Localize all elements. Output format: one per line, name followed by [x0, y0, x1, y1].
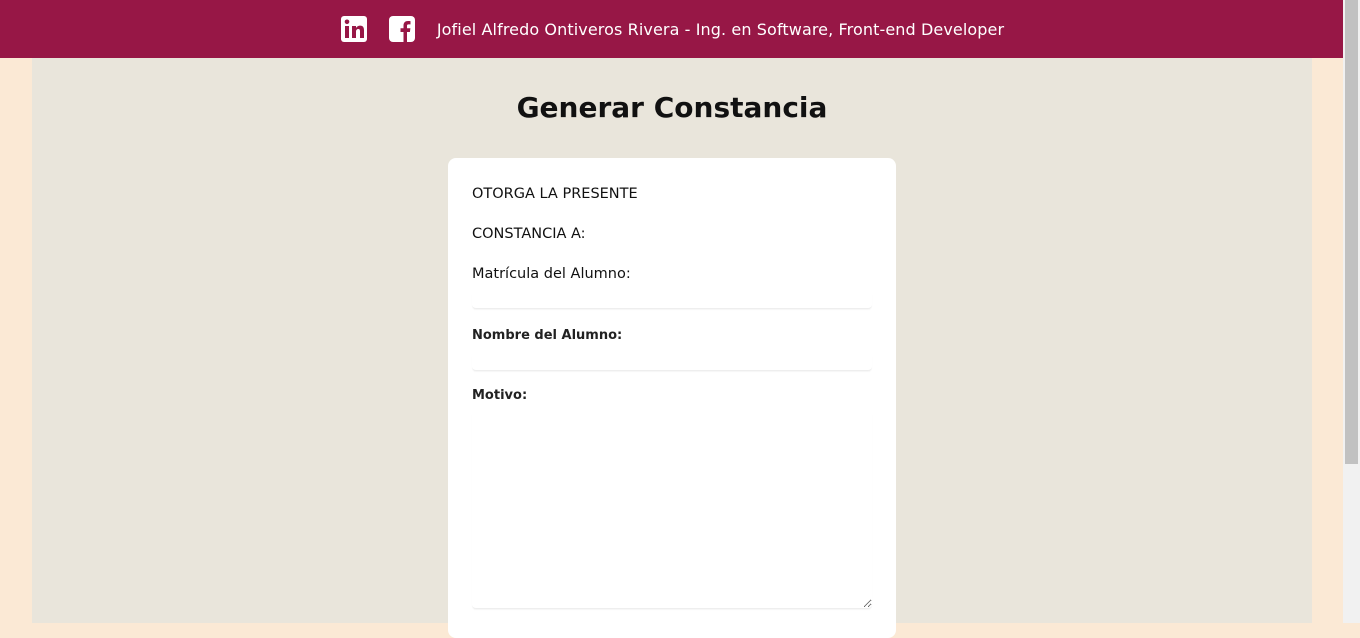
- nombre-label: Nombre del Alumno:: [472, 328, 623, 343]
- matricula-label: Matrícula del Alumno:: [472, 266, 631, 282]
- page-scrollbar[interactable]: [1343, 0, 1360, 623]
- linkedin-icon[interactable]: [339, 14, 369, 44]
- main-content: Generar Constancia OTORGA LA PRESENTE CO…: [32, 58, 1312, 638]
- constancia-text: CONSTANCIA A:: [472, 226, 586, 242]
- header-content: Jofiel Alfredo Ontiveros Rivera - Ing. e…: [339, 14, 1004, 44]
- scrollbar-thumb[interactable]: [1345, 0, 1358, 464]
- constancia-form-card: OTORGA LA PRESENTE CONSTANCIA A: Matrícu…: [448, 158, 896, 638]
- matricula-input[interactable]: [472, 292, 872, 309]
- author-credit: Jofiel Alfredo Ontiveros Rivera - Ing. e…: [436, 19, 1005, 39]
- facebook-icon[interactable]: [387, 14, 417, 44]
- motivo-textarea[interactable]: [472, 412, 872, 609]
- nombre-input[interactable]: [472, 354, 872, 371]
- otorga-text: OTORGA LA PRESENTE: [472, 186, 638, 202]
- motivo-label: Motivo:: [472, 388, 528, 403]
- page-title: Generar Constancia: [516, 91, 828, 124]
- top-header: Jofiel Alfredo Ontiveros Rivera - Ing. e…: [0, 0, 1343, 58]
